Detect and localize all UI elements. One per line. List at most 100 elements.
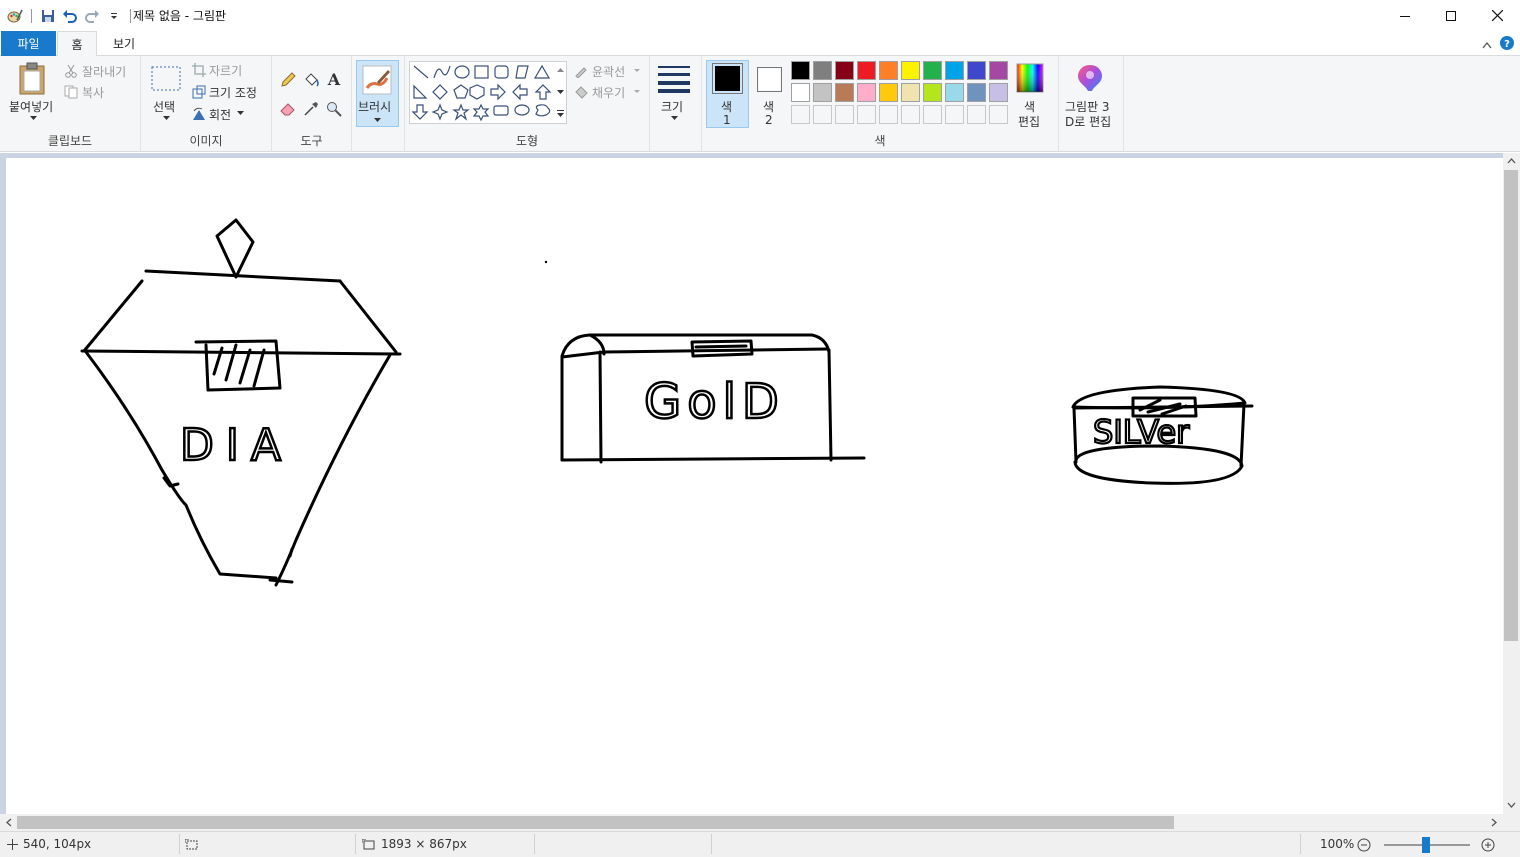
color-swatch[interactable] <box>879 83 898 102</box>
vertical-scroll-thumb[interactable] <box>1504 170 1518 641</box>
color-swatch[interactable] <box>967 83 986 102</box>
crop-button[interactable]: 자르기 <box>209 62 242 79</box>
resize-button[interactable]: 크기 조정 <box>209 84 257 101</box>
color-swatch[interactable] <box>901 83 920 102</box>
size-button[interactable]: 크기 <box>661 98 683 115</box>
color-swatch[interactable] <box>791 61 810 80</box>
zoom-slider-thumb[interactable] <box>1422 837 1430 853</box>
custom-color-slot[interactable] <box>835 105 854 124</box>
color-swatch[interactable] <box>945 83 964 102</box>
dia-label-box <box>194 339 282 392</box>
silver-text: SILVer <box>1093 413 1190 451</box>
magnifier-icon[interactable] <box>324 99 344 119</box>
color-swatch[interactable] <box>835 61 854 80</box>
line-size-icon[interactable] <box>658 65 690 93</box>
color-swatch[interactable] <box>857 83 876 102</box>
status-separator <box>355 834 356 854</box>
custom-color-slot[interactable] <box>879 105 898 124</box>
tools-group-label: 도구 <box>300 134 323 148</box>
undo-icon[interactable] <box>61 7 79 25</box>
paste-icon[interactable] <box>16 61 50 97</box>
edit-colors-icon[interactable] <box>1015 62 1045 94</box>
outline-dropdown-icon[interactable] <box>633 67 641 73</box>
fill-button[interactable]: 채우기 <box>592 84 625 101</box>
redo-icon[interactable] <box>83 7 101 25</box>
color-swatch[interactable] <box>923 61 942 80</box>
text-icon[interactable]: A <box>324 69 344 89</box>
custom-color-slot[interactable] <box>945 105 964 124</box>
custom-color-slot[interactable] <box>857 105 876 124</box>
shapes-gallery-icons[interactable] <box>410 62 568 125</box>
color-swatch[interactable] <box>879 61 898 80</box>
color-swatch[interactable] <box>923 83 942 102</box>
color-swatch[interactable] <box>813 61 832 80</box>
selection-size-icon <box>184 838 198 850</box>
shapes-gallery <box>409 61 567 124</box>
shapes-expand-icon[interactable] <box>555 108 565 118</box>
brushes-dropdown-icon[interactable] <box>373 116 381 124</box>
shapes-group-label: 도형 <box>515 134 539 148</box>
custom-color-slot[interactable] <box>791 105 810 124</box>
save-icon[interactable] <box>39 7 57 25</box>
color-swatch[interactable] <box>989 83 1008 102</box>
eraser-icon[interactable] <box>278 99 298 119</box>
quick-access-toolbar <box>6 6 134 26</box>
copy-button[interactable]: 복사 <box>82 84 104 101</box>
image-group-label: 이미지 <box>189 134 223 148</box>
custom-color-slot[interactable] <box>967 105 986 124</box>
select-dropdown-icon[interactable] <box>161 114 171 122</box>
brushes-group: 브러시 <box>352 56 405 152</box>
custom-color-slot[interactable] <box>813 105 832 124</box>
pencil-icon[interactable] <box>278 70 298 90</box>
color-swatch[interactable] <box>945 61 964 80</box>
collapse-ribbon-icon[interactable] <box>1482 38 1492 52</box>
customize-qat-icon[interactable] <box>105 7 123 25</box>
tab-view[interactable]: 보기 <box>104 31 144 56</box>
color2-swatch[interactable] <box>757 67 782 92</box>
canvas-drawing[interactable]: DIA GolD SILVer <box>6 158 1503 814</box>
drawing-canvas[interactable]: DIA GolD SILVer <box>6 158 1503 814</box>
paste-button[interactable]: 붙여넣기 <box>9 98 53 115</box>
custom-color-slot[interactable] <box>923 105 942 124</box>
color-picker-icon[interactable] <box>301 99 321 119</box>
zoom-in-icon[interactable] <box>1480 837 1496 853</box>
copy-icon <box>63 84 79 100</box>
close-button[interactable] <box>1474 0 1520 31</box>
help-icon[interactable]: ? <box>1500 36 1514 53</box>
color-swatch[interactable] <box>989 61 1008 80</box>
shapes-scroll-up-icon[interactable] <box>555 66 565 74</box>
paint3d-icon[interactable] <box>1075 62 1105 94</box>
tools-group: A 도구 <box>272 56 352 152</box>
outline-button[interactable]: 윤곽선 <box>592 63 625 80</box>
horizontal-scroll-thumb[interactable] <box>17 816 1174 829</box>
color-swatch[interactable] <box>835 83 854 102</box>
tab-home[interactable]: 홈 <box>57 31 97 57</box>
color-swatch[interactable] <box>901 61 920 80</box>
select-button[interactable]: 선택 <box>153 98 175 115</box>
fill-dropdown-icon[interactable] <box>633 88 641 94</box>
fill-bucket-icon[interactable] <box>301 70 321 90</box>
tab-file[interactable]: 파일 <box>1 31 56 56</box>
rotate-dropdown-icon[interactable] <box>236 109 244 117</box>
shapes-group: 윤곽선 채우기 도형 <box>405 56 650 152</box>
color-swatch[interactable] <box>857 61 876 80</box>
scroll-up-arrow-icon[interactable] <box>1505 155 1517 167</box>
custom-color-slot[interactable] <box>989 105 1008 124</box>
rotate-button[interactable]: 회전 <box>209 106 231 123</box>
scroll-down-arrow-icon[interactable] <box>1505 799 1517 811</box>
cut-button[interactable]: 잘라내기 <box>82 63 126 80</box>
color-swatch[interactable] <box>967 61 986 80</box>
maximize-button[interactable] <box>1428 0 1474 31</box>
minimize-button[interactable] <box>1382 0 1428 31</box>
canvas-area[interactable]: DIA GolD SILVer <box>0 153 1503 814</box>
color-swatch[interactable] <box>813 83 832 102</box>
custom-color-slot[interactable] <box>901 105 920 124</box>
size-dropdown-icon[interactable] <box>670 114 678 122</box>
select-rect-icon[interactable] <box>150 65 182 92</box>
color-swatch[interactable] <box>791 83 810 102</box>
paste-dropdown-icon[interactable] <box>28 114 38 122</box>
zoom-out-icon[interactable] <box>1356 837 1372 853</box>
scroll-left-arrow-icon[interactable] <box>3 816 15 828</box>
shapes-scroll-down-icon[interactable] <box>555 88 565 96</box>
scroll-right-arrow-icon[interactable] <box>1488 816 1500 828</box>
